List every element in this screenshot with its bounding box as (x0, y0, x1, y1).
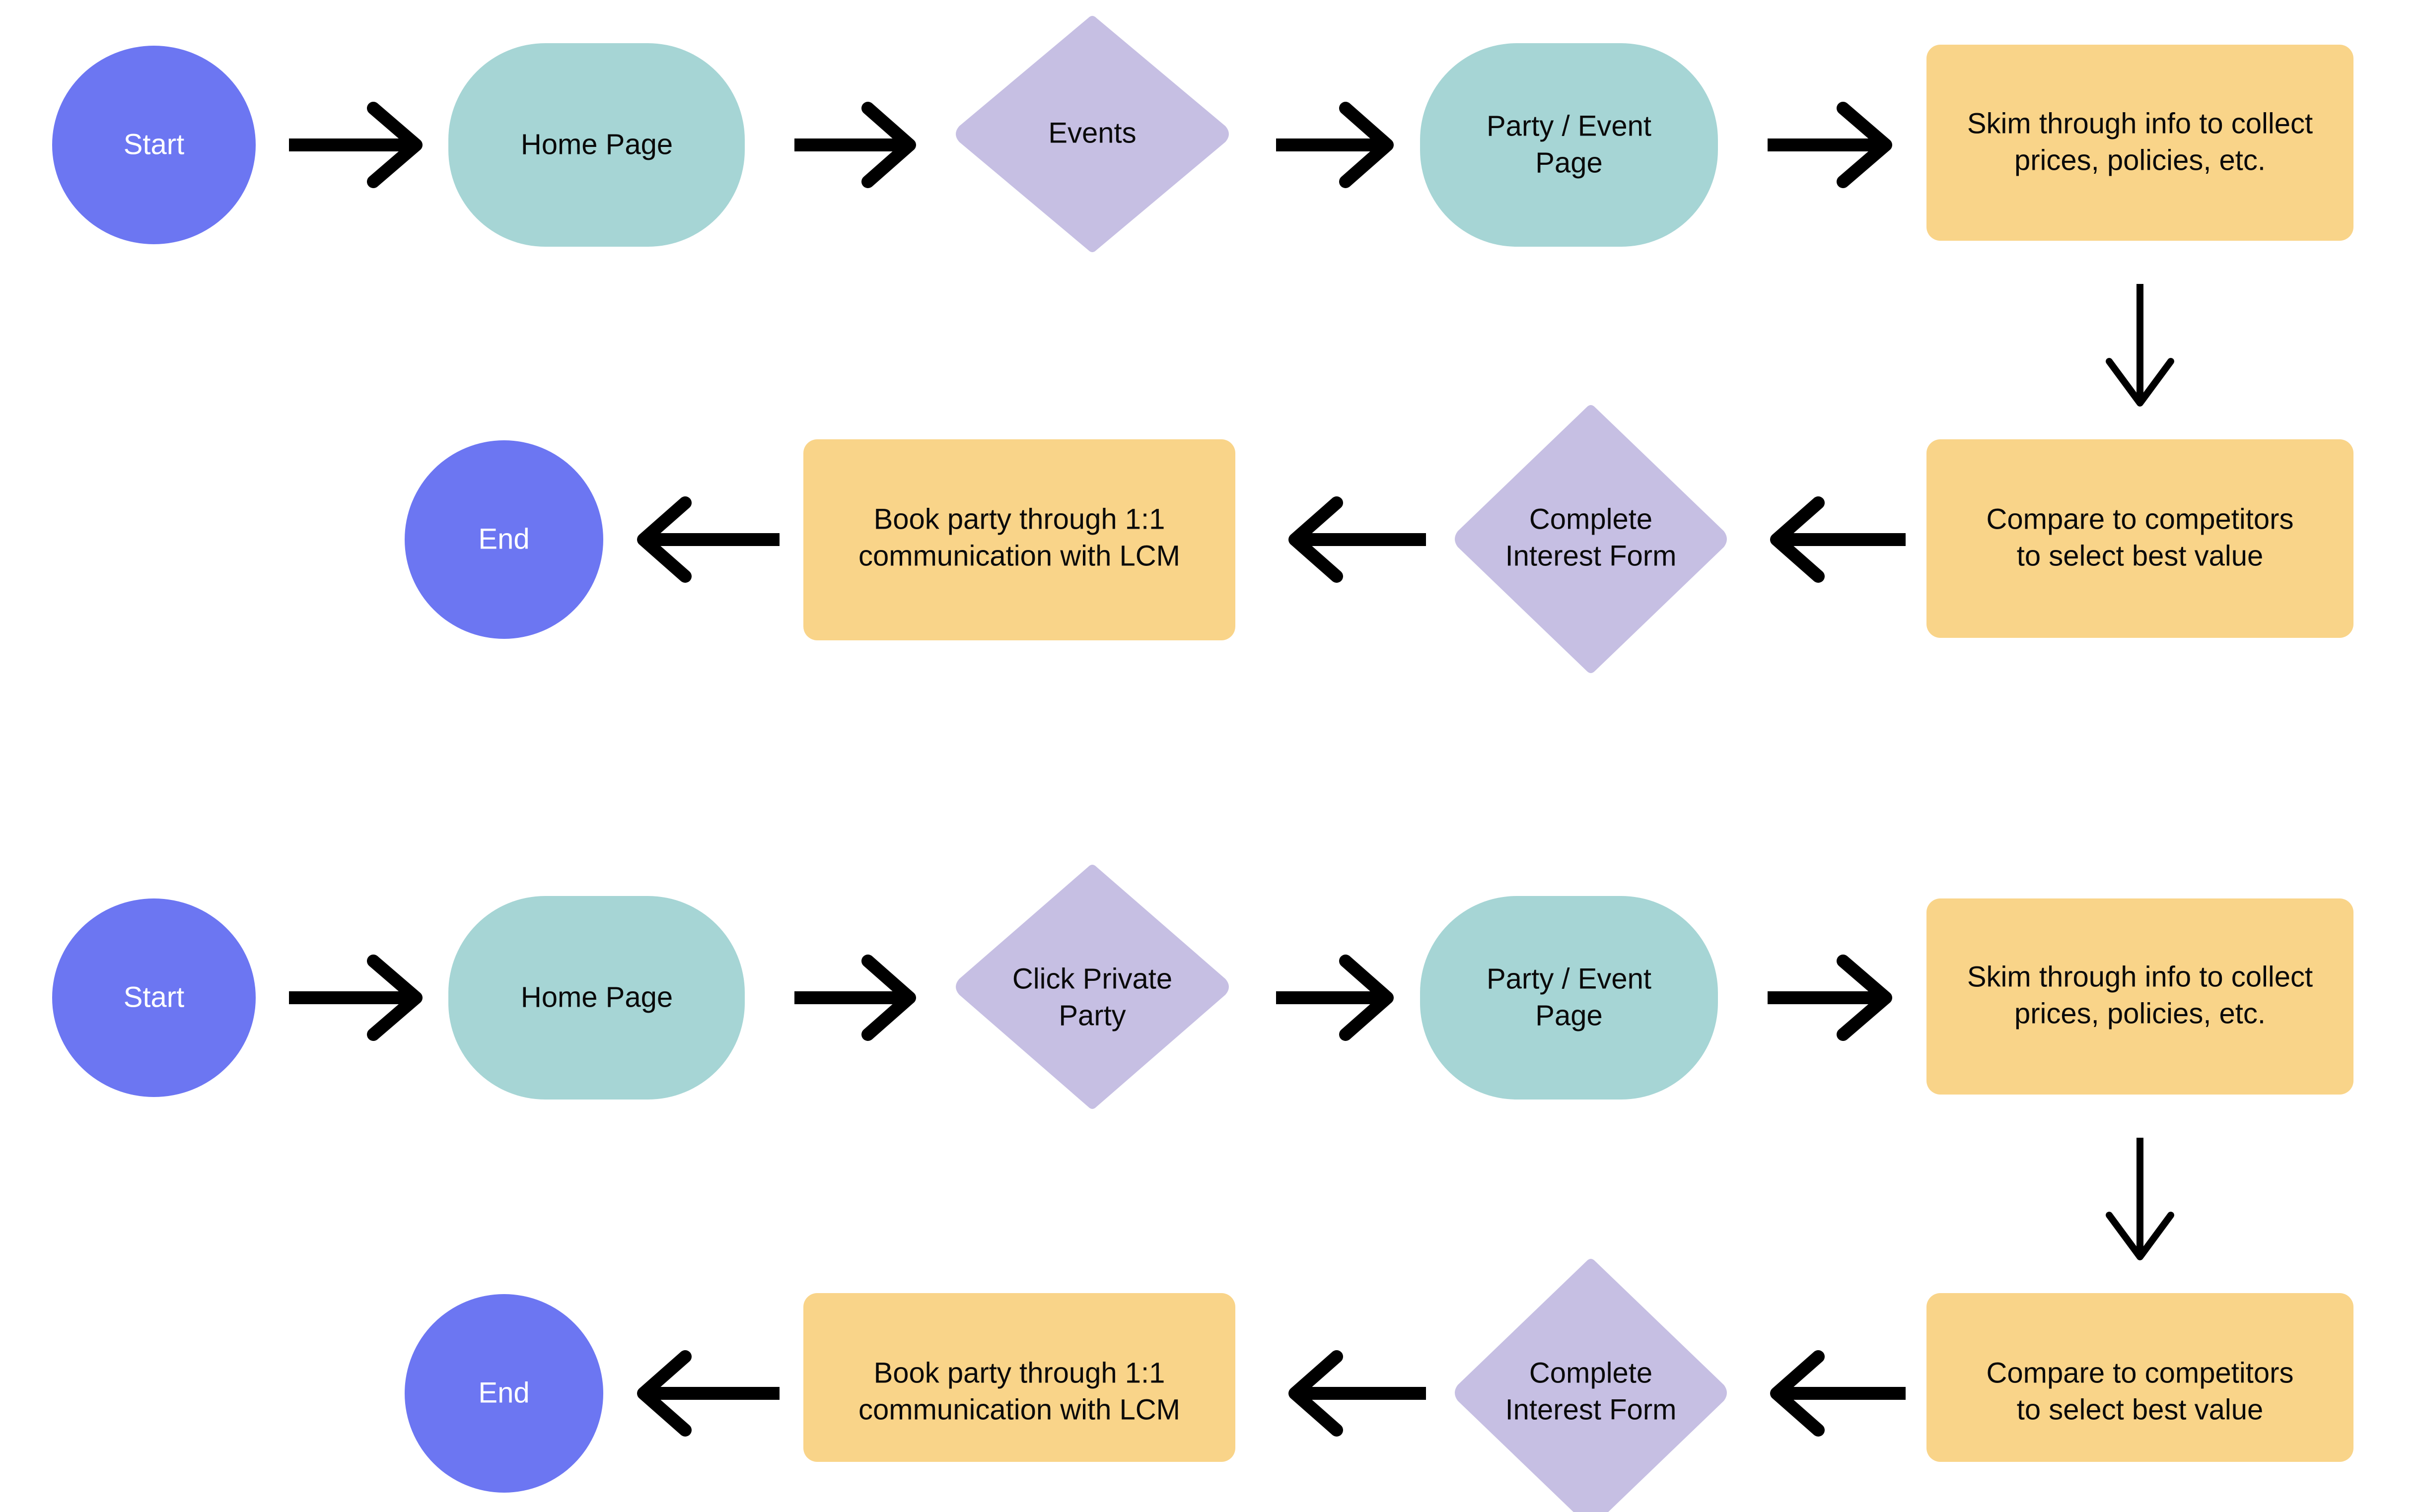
edge-form-to-book (1288, 496, 1426, 583)
node2-party-event-page-label-1: Party / Event (1487, 962, 1651, 995)
edge-book-to-end (637, 496, 780, 583)
node-decision-interest-form-label-1: Complete (1529, 503, 1652, 535)
node-start-label: Start (124, 128, 185, 160)
node-home-page-label: Home Page (521, 128, 673, 160)
node-skim-info-label-1: Skim through info to collect (1967, 107, 2313, 139)
node-end-label: End (478, 523, 529, 555)
node2-end-label: End (478, 1376, 529, 1409)
node2-decision-private-party-label-1: Click Private (1012, 962, 1172, 995)
node2-book-party-label-1: Book party through 1:1 (874, 1357, 1165, 1389)
edge2-private-party-to-party (1276, 955, 1394, 1041)
edge-start-to-home (289, 102, 423, 188)
edge2-form-to-book (1288, 1350, 1426, 1437)
flowchart-events: Start Home Page Events Party / Event Pag… (52, 16, 2353, 673)
edge-party-to-skim (1768, 102, 1892, 188)
edge2-book-to-end (637, 1350, 780, 1437)
node-party-event-page-label-1: Party / Event (1487, 110, 1651, 142)
node-book-party-label-2: communication with LCM (858, 540, 1180, 572)
node2-skim-info-shape[interactable] (1926, 898, 2353, 1095)
node-compare-competitors-label-2: to select best value (2017, 540, 2264, 572)
node2-skim-info-label-2: prices, policies, etc. (2014, 997, 2266, 1030)
edge2-compare-to-form (1770, 1350, 1906, 1437)
flowchart-canvas: Start Home Page Events Party / Event Pag… (0, 0, 2421, 1512)
node-decision-interest-form-label-2: Interest Form (1505, 540, 1677, 572)
node2-compare-competitors-label-2: to select best value (2017, 1393, 2264, 1426)
edge2-start-to-home (289, 955, 423, 1041)
node-compare-competitors-shape[interactable] (1926, 439, 2353, 638)
node-skim-info-label-2: prices, policies, etc. (2014, 144, 2266, 176)
edge-home-to-events (794, 102, 916, 188)
flowchart-svg: Start Home Page Events Party / Event Pag… (52, 16, 2353, 1512)
edge2-party-to-skim (1768, 955, 1892, 1041)
flowchart-private-party: Start Home Page Click Private Party Part… (52, 865, 2353, 1512)
node2-start-label: Start (124, 981, 185, 1013)
node2-party-event-page-shape[interactable] (1420, 896, 1718, 1100)
node-decision-interest-form-shape[interactable] (1455, 405, 1727, 673)
node2-decision-interest-form-label-1: Complete (1529, 1357, 1652, 1389)
node-skim-info-shape[interactable] (1926, 45, 2353, 241)
node2-decision-interest-form-label-2: Interest Form (1505, 1393, 1677, 1426)
edge-events-to-party (1276, 102, 1394, 188)
edge-compare-to-form (1770, 496, 1906, 583)
node2-home-page-label: Home Page (521, 981, 673, 1013)
node-book-party-label-1: Book party through 1:1 (874, 503, 1165, 535)
node2-compare-competitors-label-1: Compare to competitors (1987, 1357, 2294, 1389)
node-compare-competitors-label-1: Compare to competitors (1987, 503, 2294, 535)
node-party-event-page-shape[interactable] (1420, 43, 1718, 247)
node-party-event-page-label-2: Page (1535, 146, 1602, 179)
node2-skim-info-label-1: Skim through info to collect (1967, 961, 2313, 993)
node2-book-party-label-2: communication with LCM (858, 1393, 1180, 1426)
edge2-home-to-private-party (794, 955, 916, 1041)
node-decision-events-label: Events (1048, 117, 1136, 149)
node2-decision-private-party-label-2: Party (1059, 999, 1126, 1031)
edge2-skim-to-compare (2106, 1138, 2174, 1260)
edge-skim-to-compare (2106, 284, 2174, 407)
node2-party-event-page-label-2: Page (1535, 999, 1602, 1031)
